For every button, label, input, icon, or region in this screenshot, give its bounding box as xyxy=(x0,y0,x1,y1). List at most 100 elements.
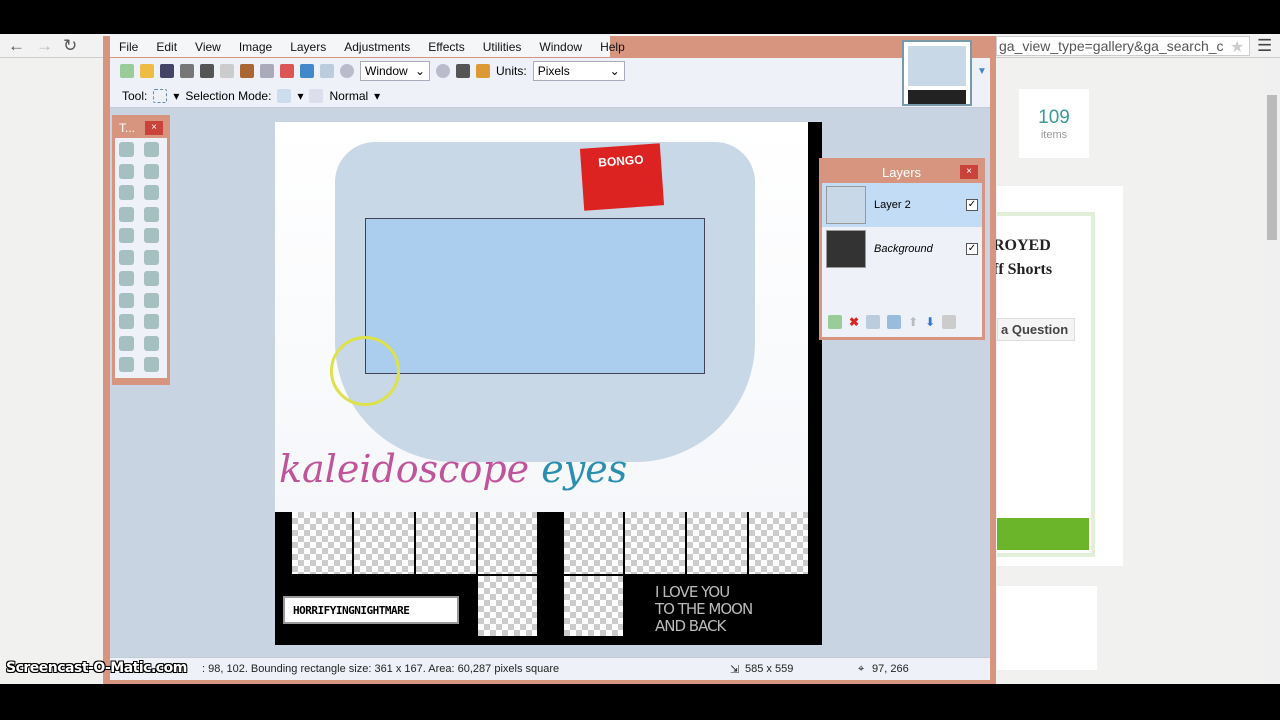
paste-icon[interactable] xyxy=(240,64,254,78)
chevron-down-icon: ⌄ xyxy=(414,64,425,78)
product-title[interactable]: ROYED ff Shorts xyxy=(993,234,1052,282)
brush-icon[interactable] xyxy=(119,249,134,265)
ruler-icon[interactable] xyxy=(476,64,490,78)
units-select[interactable]: Pixels ⌄ xyxy=(532,61,625,81)
undo-icon[interactable] xyxy=(300,64,314,78)
image-size-icon: ⇲ xyxy=(730,664,740,676)
star-icon[interactable]: ★ xyxy=(1230,37,1244,57)
ellipse-icon[interactable] xyxy=(119,357,134,373)
ellipse-select-icon[interactable] xyxy=(119,185,134,201)
menu-view[interactable]: View xyxy=(186,40,230,54)
zoom-out-icon[interactable] xyxy=(340,64,354,78)
copy-icon[interactable] xyxy=(220,64,234,78)
text-icon[interactable] xyxy=(119,314,134,330)
transparent-tile xyxy=(564,576,623,636)
line-icon[interactable] xyxy=(143,314,159,330)
chevron-down-icon[interactable]: ▾ xyxy=(173,89,179,103)
print-icon[interactable] xyxy=(180,64,194,78)
buy-button[interactable] xyxy=(997,518,1089,550)
menu-utilities[interactable]: Utilities xyxy=(474,40,531,54)
delete-layer-icon[interactable]: ✖ xyxy=(849,315,859,329)
layers-panel: Layers × Layer 2 ✓ Background ✓ ✖ ⬆ ⬇ xyxy=(819,158,985,340)
move-down-icon[interactable]: ⬇ xyxy=(925,315,935,329)
menu-layers[interactable]: Layers xyxy=(281,40,335,54)
lasso-icon[interactable] xyxy=(119,163,134,179)
gradient-icon[interactable] xyxy=(143,228,159,244)
zoom-select[interactable]: Window ⌄ xyxy=(360,61,430,81)
selection-mode-icon[interactable] xyxy=(277,88,292,103)
recolor-icon[interactable] xyxy=(143,292,159,308)
menu-adjustments[interactable]: Adjustments xyxy=(335,40,419,54)
deselect-icon[interactable] xyxy=(280,64,294,78)
menu-edit[interactable]: Edit xyxy=(147,40,186,54)
chevron-down-icon[interactable]: ▾ xyxy=(374,89,380,103)
love-line: I LOVE YOU xyxy=(655,583,730,601)
items-count: 109 xyxy=(1038,107,1070,128)
secondary-card xyxy=(997,586,1097,670)
visibility-checkbox[interactable]: ✓ xyxy=(966,243,978,255)
rectangle-icon[interactable] xyxy=(119,335,134,351)
layer-item[interactable]: Background ✓ xyxy=(822,227,982,271)
ask-question-button[interactable]: a Question xyxy=(997,318,1075,341)
zoom-icon[interactable] xyxy=(143,185,159,201)
cut-icon[interactable] xyxy=(200,64,214,78)
layer-name: Layer 2 xyxy=(874,199,911,211)
clone-stamp-icon[interactable] xyxy=(119,292,134,308)
rectangle-select-icon[interactable] xyxy=(119,142,134,157)
items-count-card[interactable]: 109 items xyxy=(1019,89,1089,158)
scrollbar-thumb[interactable] xyxy=(1267,95,1277,240)
layer-item[interactable]: Layer 2 ✓ xyxy=(822,183,982,227)
transparent-tile xyxy=(749,512,808,574)
rounded-rectangle-icon[interactable] xyxy=(143,335,159,351)
back-icon[interactable]: ← xyxy=(8,36,25,56)
chevron-down-icon: ⌄ xyxy=(609,64,620,78)
menu-file[interactable]: File xyxy=(110,40,147,54)
close-icon[interactable]: × xyxy=(145,121,163,135)
pan-icon[interactable] xyxy=(143,206,159,222)
redo-icon[interactable] xyxy=(320,64,334,78)
crop-icon[interactable] xyxy=(260,64,274,78)
bucket-icon[interactable] xyxy=(119,228,134,244)
reload-icon[interactable]: ↻ xyxy=(63,36,77,56)
menu-help[interactable]: Help xyxy=(591,40,634,54)
new-icon[interactable] xyxy=(120,64,134,78)
tools-panel: T... × xyxy=(112,115,170,385)
blend-mode[interactable]: Normal xyxy=(329,89,368,103)
selection-rectangle[interactable] xyxy=(365,218,705,374)
tab-dropdown-icon[interactable]: ▼ xyxy=(977,66,987,77)
move-icon[interactable] xyxy=(143,142,159,157)
name-badge: HORRIFYINGNIGHTMARE xyxy=(283,596,459,624)
move-selection-icon[interactable] xyxy=(143,163,159,179)
open-icon[interactable] xyxy=(140,64,154,78)
zoom-value: Window xyxy=(365,64,408,78)
love-line: AND BACK xyxy=(655,617,726,635)
move-up-icon[interactable]: ⬆ xyxy=(908,315,918,329)
merge-layer-icon[interactable] xyxy=(887,315,902,329)
rectangle-select-icon[interactable] xyxy=(153,88,168,103)
brand-tag: BONGO xyxy=(579,143,665,211)
layer-name: Background xyxy=(874,243,933,255)
add-layer-icon[interactable] xyxy=(828,315,842,329)
zoom-in-icon[interactable] xyxy=(436,64,450,78)
pencil-icon[interactable] xyxy=(119,271,134,287)
menu-window[interactable]: Window xyxy=(530,40,591,54)
image-thumbnail-tab[interactable] xyxy=(902,40,972,106)
close-icon[interactable]: × xyxy=(960,165,978,179)
visibility-checkbox[interactable]: ✓ xyxy=(966,199,978,211)
magic-wand-icon[interactable] xyxy=(119,206,134,222)
transparent-tile xyxy=(478,576,537,636)
menu-effects[interactable]: Effects xyxy=(419,40,473,54)
freeform-shape-icon[interactable] xyxy=(143,357,159,373)
chevron-down-icon[interactable]: ▾ xyxy=(297,89,303,103)
menu-icon[interactable]: ☰ xyxy=(1257,36,1272,56)
layer-properties-icon[interactable] xyxy=(942,315,957,329)
menu-image[interactable]: Image xyxy=(230,40,281,54)
save-icon[interactable] xyxy=(160,64,174,78)
duplicate-layer-icon[interactable] xyxy=(866,315,881,329)
eraser-icon[interactable] xyxy=(143,249,159,265)
items-label: items xyxy=(1040,129,1068,141)
grid-icon[interactable] xyxy=(456,64,470,78)
forward-icon[interactable]: → xyxy=(36,36,53,56)
color-picker-icon[interactable] xyxy=(143,271,159,287)
url-bar[interactable]: ga_view_type=gallery&ga_search_c xyxy=(996,36,1250,56)
